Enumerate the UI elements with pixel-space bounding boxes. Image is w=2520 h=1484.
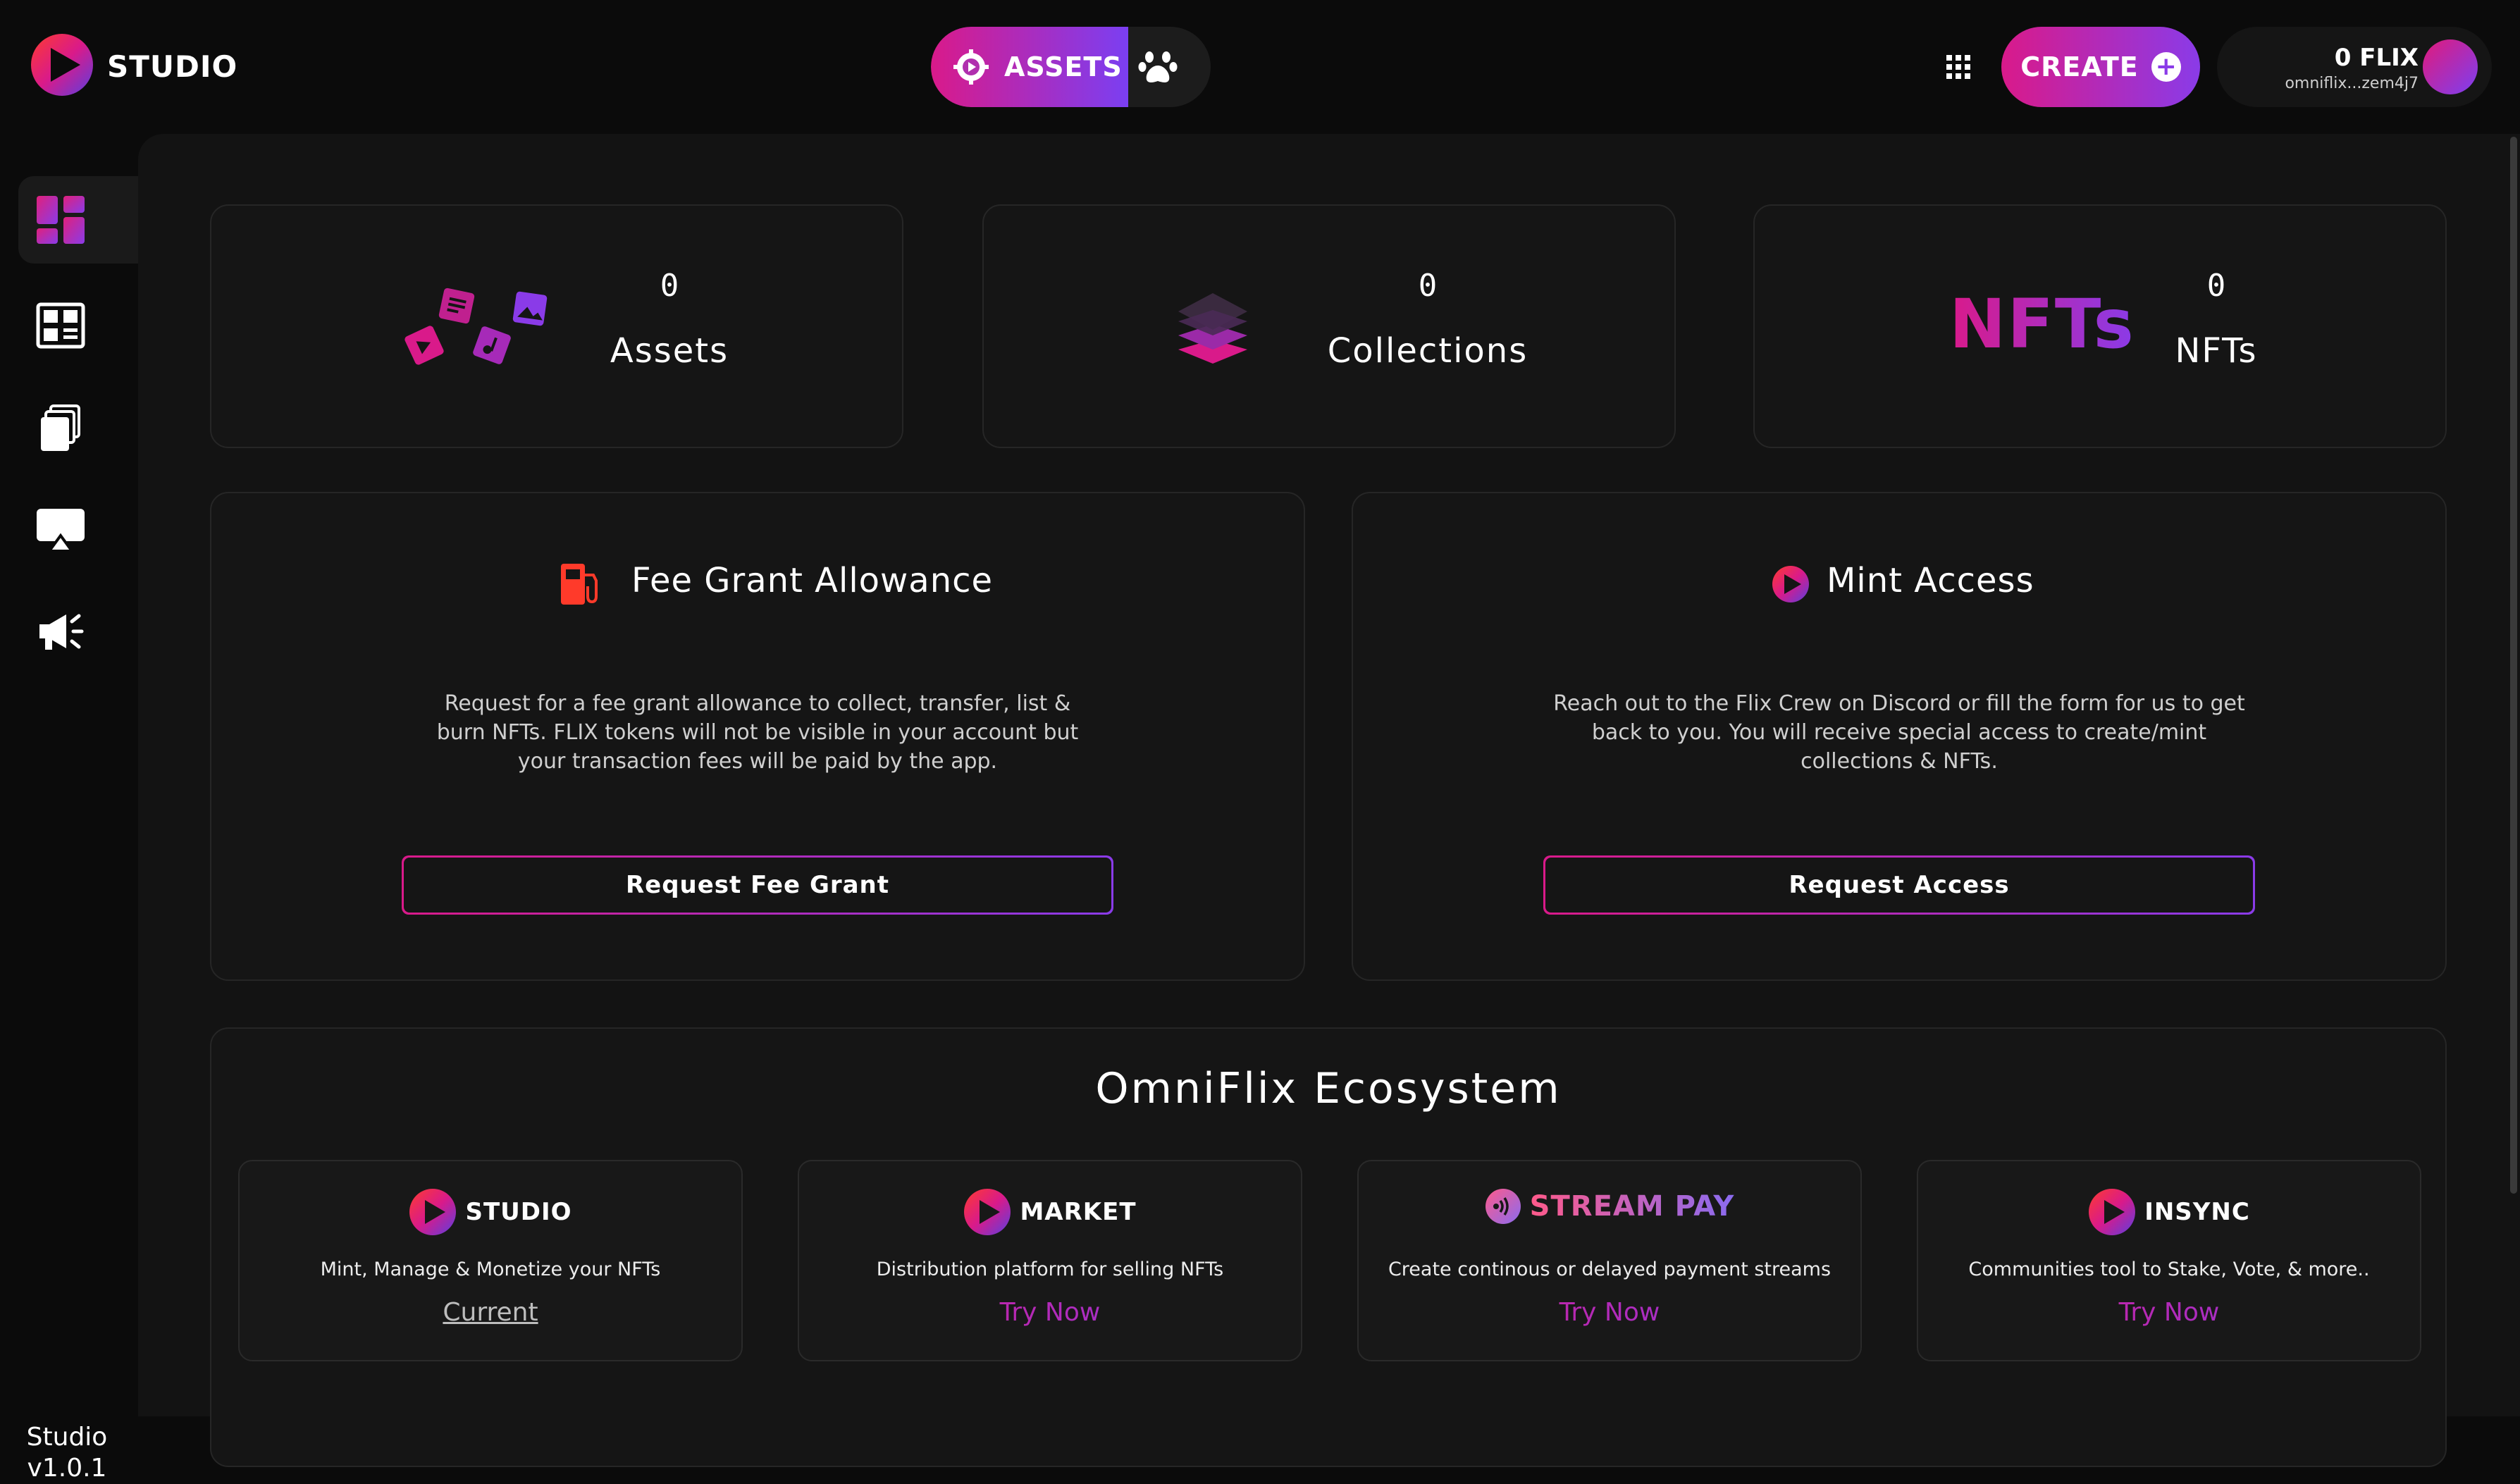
app-version: Studio v1.0.1: [0, 1422, 134, 1484]
dashboard-icon: [37, 196, 85, 244]
paw-icon[interactable]: [1137, 46, 1179, 88]
try-now-link-stream-pay[interactable]: Try Now: [1359, 1298, 1860, 1327]
stream-pay-logo-icon: [1485, 1189, 1521, 1224]
wallet-balance: 0 FLIX: [2334, 44, 2419, 72]
collections-label: Collections: [1327, 331, 1528, 371]
ecosystem-title: OmniFlix Ecosystem: [1095, 1064, 1562, 1113]
app-desc-stream-pay: Create continous or delayed payment stre…: [1388, 1259, 1832, 1280]
studio-logo-icon: [409, 1189, 457, 1235]
library-icon: [36, 302, 85, 349]
brand-name[interactable]: STUDIO: [107, 49, 237, 84]
nfts-label: NFTs: [2175, 331, 2258, 371]
ecosystem-card-market[interactable]: MARKET Distribution platform for selling…: [798, 1160, 1302, 1361]
current-link[interactable]: Current: [240, 1298, 741, 1327]
wallet-chip[interactable]: 0 FLIX omniflix...zem4j7: [2217, 27, 2492, 107]
request-access-label: Request Access: [1545, 858, 2253, 913]
mint-access-description: Reach out to the Flix Crew on Discord or…: [1553, 691, 2245, 774]
collections-count: 0: [1418, 268, 1438, 304]
app-name-stream-pay: STREAM PAY: [1529, 1190, 1735, 1223]
try-now-link-insync[interactable]: Try Now: [1918, 1298, 2420, 1327]
request-fee-grant-label: Request Fee Grant: [404, 858, 1111, 913]
app-desc-studio: Mint, Manage & Monetize your NFTs: [320, 1259, 661, 1280]
assets-tab-label: ASSETS: [1004, 51, 1123, 82]
create-button[interactable]: CREATE +: [2001, 27, 2200, 107]
mint-access-panel: Mint Access Reach out to the Flix Crew o…: [1352, 492, 2447, 981]
main-content: 0 Assets 0 Collections NFTs 0 NFTs Fee G…: [138, 134, 2520, 1467]
ecosystem-card-studio[interactable]: STUDIO Mint, Manage & Monetize your NFTs…: [238, 1160, 743, 1361]
fee-grant-title: Fee Grant Allowance: [631, 561, 994, 600]
app-name-studio: STUDIO: [465, 1198, 572, 1226]
app-name-insync: INSYNC: [2144, 1198, 2250, 1226]
scrollbar[interactable]: [2510, 137, 2517, 1194]
mint-access-title: Mint Access: [1827, 561, 2034, 600]
market-logo-icon: [964, 1189, 1011, 1235]
assets-stack-icon: [404, 287, 548, 365]
apps-grid-icon[interactable]: [1946, 55, 1970, 79]
insync-logo-icon: [2089, 1189, 2136, 1235]
avatar[interactable]: [2423, 39, 2478, 94]
fee-grant-panel: Fee Grant Allowance Request for a fee gr…: [210, 492, 1305, 981]
stat-card-assets[interactable]: 0 Assets: [210, 204, 903, 448]
request-fee-grant-button[interactable]: Request Fee Grant: [402, 855, 1113, 915]
assets-label: Assets: [610, 331, 729, 371]
assets-count: 0: [660, 268, 679, 304]
app-desc-market: Distribution platform for selling NFTs: [876, 1259, 1224, 1280]
stat-card-collections[interactable]: 0 Collections: [982, 204, 1676, 448]
ecosystem-card-stream-pay[interactable]: STREAM PAY Create continous or delayed p…: [1357, 1160, 1862, 1361]
top-bar: STUDIO ASSETS CREATE + 0 FLIX omniflix..…: [0, 0, 2520, 134]
sidebar-item-stream[interactable]: [18, 486, 138, 574]
mode-switch: ASSETS: [931, 27, 1211, 107]
sidebar: Studio v1.0.1: [0, 134, 138, 1483]
sidebar-item-collections[interactable]: [18, 385, 138, 472]
sidebar-item-announcements[interactable]: [18, 588, 138, 675]
wallet-address: omniflix...zem4j7: [2285, 75, 2419, 92]
app-desc-insync: Communities tool to Stake, Vote, & more.…: [1968, 1259, 2370, 1280]
fee-grant-description: Request for a fee grant allowance to col…: [436, 691, 1079, 774]
collections-layers-icon: [1178, 293, 1247, 364]
nfts-count: 0: [2206, 268, 2226, 304]
megaphone-icon: [39, 614, 84, 650]
stream-icon: [37, 509, 85, 552]
version-name: Studio: [26, 1423, 108, 1452]
fuel-pump-icon: [561, 564, 598, 605]
sidebar-item-library[interactable]: [18, 282, 138, 369]
stat-card-nfts[interactable]: NFTs 0 NFTs: [1753, 204, 2447, 448]
create-button-label: CREATE: [2020, 51, 2139, 82]
ecosystem-panel: OmniFlix Ecosystem STUDIO Mint, Manage &…: [210, 1027, 2447, 1467]
try-now-link-market[interactable]: Try Now: [799, 1298, 1301, 1327]
request-access-button[interactable]: Request Access: [1543, 855, 2255, 915]
version-number: v1.0.1: [27, 1454, 107, 1483]
collections-icon: [41, 404, 80, 451]
assets-gear-icon: [953, 49, 989, 85]
app-name-market: MARKET: [1020, 1198, 1137, 1226]
ecosystem-card-insync[interactable]: INSYNC Communities tool to Stake, Vote, …: [1917, 1160, 2421, 1361]
nfts-logo: NFTs: [1949, 285, 2135, 364]
omniflix-logo-icon[interactable]: [30, 32, 94, 97]
sidebar-item-dashboard[interactable]: [18, 176, 138, 264]
omniflix-mini-logo-icon: [1772, 566, 1809, 602]
plus-icon: +: [2151, 52, 2181, 82]
assets-tab[interactable]: ASSETS: [931, 27, 1128, 107]
